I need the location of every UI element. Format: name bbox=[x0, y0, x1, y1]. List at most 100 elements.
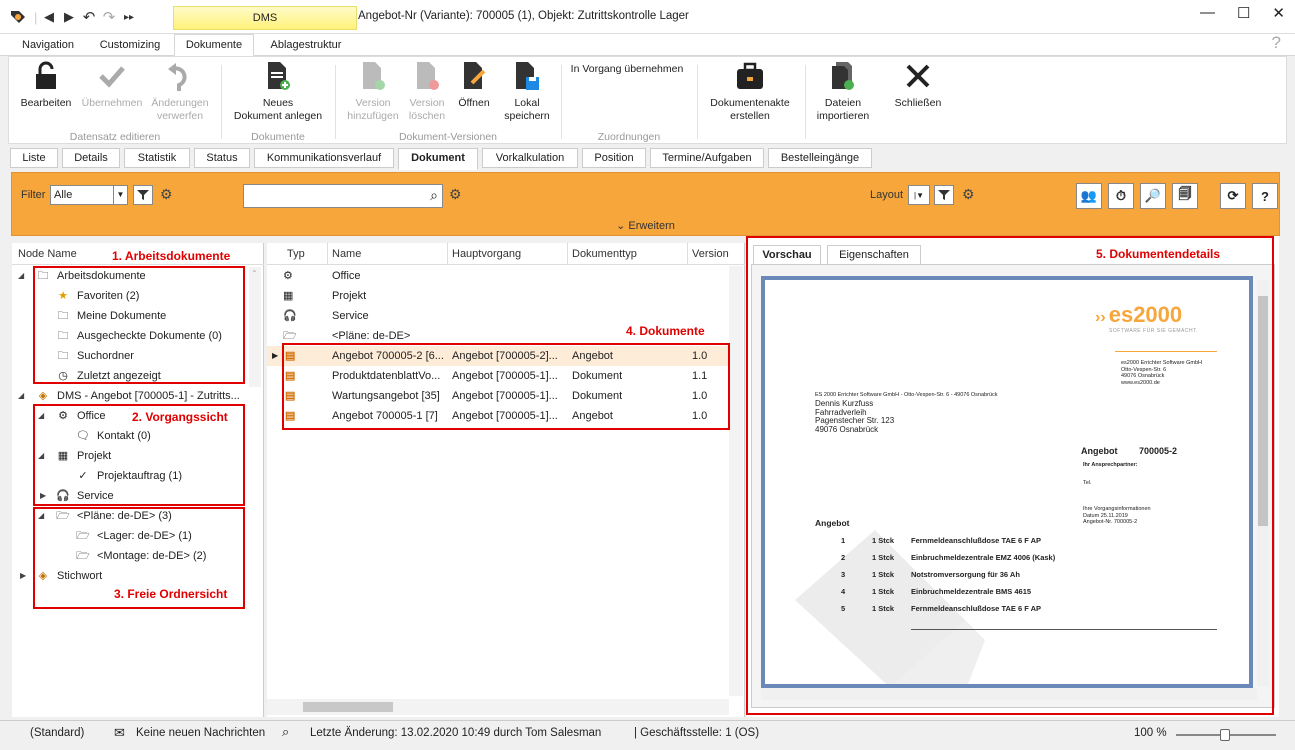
chevron-down-icon: ⌄ bbox=[616, 220, 626, 232]
tab-details[interactable]: Details bbox=[62, 148, 120, 168]
version-loeschen-button[interactable]: Version löschen bbox=[403, 61, 451, 123]
add-version-icon bbox=[358, 61, 388, 91]
zoom-slider-thumb[interactable] bbox=[1220, 729, 1230, 741]
search-icon[interactable]: ⌕ bbox=[430, 187, 438, 204]
tab-status[interactable]: Status bbox=[194, 148, 250, 168]
window-controls: — ☐ ✕ bbox=[1200, 4, 1285, 22]
tab-vorkalkulation[interactable]: Vorkalkulation bbox=[482, 148, 578, 168]
tab-ablagestruktur[interactable]: Ablagestruktur bbox=[262, 37, 350, 56]
timer-icon[interactable]: ⏱ bbox=[1108, 183, 1134, 209]
oeffnen-button[interactable]: Öffnen bbox=[451, 61, 497, 110]
search-doc-icon[interactable]: 🔎 bbox=[1140, 183, 1166, 209]
status-bar: (Standard) ✉ Keine neuen Nachrichten ⌕ L… bbox=[0, 720, 1295, 750]
more-icon[interactable]: ▸▸ bbox=[122, 12, 136, 23]
close-window-icon[interactable]: ✕ bbox=[1272, 4, 1285, 22]
column-dokumenttyp[interactable]: Dokumenttyp bbox=[567, 243, 637, 265]
filter-label: Filter bbox=[21, 189, 46, 201]
expanded-arrow-icon[interactable]: ◢ bbox=[18, 386, 24, 406]
in-vorgang-button[interactable]: In Vorgang übernehmen bbox=[565, 63, 689, 76]
collapsed-arrow-icon[interactable]: ▶ bbox=[20, 566, 26, 586]
annotation-label: 2. Vorgangssicht bbox=[132, 410, 228, 424]
lokal-speichern-button[interactable]: Lokal speichern bbox=[499, 61, 555, 123]
bearbeiten-button[interactable]: Bearbeiten bbox=[13, 61, 79, 110]
refresh-icon[interactable]: ⟳ bbox=[1220, 183, 1246, 209]
layout-label: Layout bbox=[870, 189, 904, 201]
undo-icon[interactable]: ↶ bbox=[82, 8, 96, 26]
schliessen-button[interactable]: Schließen bbox=[883, 61, 953, 110]
users-icon[interactable]: 👥 bbox=[1076, 183, 1102, 209]
tab-statistik[interactable]: Statistik bbox=[124, 148, 190, 168]
status-standard[interactable]: (Standard) bbox=[30, 727, 84, 739]
status-messages[interactable]: Keine neuen Nachrichten bbox=[136, 727, 265, 739]
tab-termine[interactable]: Termine/Aufgaben bbox=[650, 148, 764, 168]
list-vscrollbar[interactable] bbox=[729, 266, 743, 696]
delete-version-icon bbox=[412, 61, 442, 91]
uebernehmen-button[interactable]: Übernehmen bbox=[79, 61, 145, 110]
group-label: Projekt bbox=[332, 290, 367, 302]
layout-select[interactable]: |▼ bbox=[908, 185, 930, 205]
checkmark-icon bbox=[97, 61, 127, 91]
group-label: Office bbox=[332, 270, 361, 282]
filter-select[interactable]: Alle ▼ bbox=[50, 185, 128, 205]
project-icon: ▦ bbox=[283, 290, 294, 302]
ribbon-separator bbox=[697, 65, 698, 139]
maximize-icon[interactable]: ☐ bbox=[1237, 4, 1250, 22]
uebernehmen-label: Übernehmen bbox=[81, 97, 143, 109]
tab-navigation[interactable]: Navigation bbox=[14, 37, 82, 56]
status-last-change: Letzte Änderung: 13.02.2020 10:49 durch … bbox=[310, 727, 602, 739]
ribbon-separator bbox=[221, 65, 222, 139]
expand-toggle[interactable]: ⌄ Erweitern bbox=[12, 217, 1279, 235]
tab-bestelleingaenge[interactable]: Bestelleingänge bbox=[768, 148, 872, 168]
gear-icon[interactable]: ⚙ bbox=[160, 186, 173, 203]
tree-scrollbar[interactable]: ⌃ bbox=[249, 267, 261, 387]
neues-dokument-button[interactable]: Neues Dokument anlegen bbox=[229, 61, 327, 123]
annotation-label: 5. Dokumentendetails bbox=[1096, 247, 1221, 261]
dateien-importieren-button[interactable]: Dateien importieren bbox=[811, 61, 875, 123]
forward-icon[interactable]: ▶ bbox=[62, 9, 76, 25]
quick-access-toolbar: | ◀ ▶ ↶ ↷ ▸▸ bbox=[8, 6, 136, 28]
hscroll-thumb[interactable] bbox=[303, 702, 393, 712]
column-version[interactable]: Version bbox=[687, 243, 729, 265]
documents-icon[interactable]: 🗐 bbox=[1172, 183, 1198, 209]
minimize-icon[interactable]: — bbox=[1200, 4, 1215, 22]
tab-customizing[interactable]: Customizing bbox=[92, 37, 168, 56]
list-hscrollbar[interactable] bbox=[267, 699, 729, 715]
column-name[interactable]: Name bbox=[327, 243, 361, 265]
search-input[interactable]: ⌕ bbox=[243, 184, 443, 208]
group-label: Service bbox=[332, 310, 369, 322]
funnel-icon[interactable] bbox=[934, 185, 954, 205]
list-group-row[interactable]: 🎧 Service bbox=[267, 306, 729, 326]
zoom-slider[interactable] bbox=[1176, 729, 1276, 741]
list-group-row[interactable]: ⚙ Office bbox=[267, 266, 729, 286]
search-icon: ⌕ bbox=[282, 724, 290, 739]
chevron-down-icon[interactable]: ▼ bbox=[113, 186, 127, 204]
column-hauptvorgang[interactable]: Hauptvorgang bbox=[447, 243, 521, 265]
ribbon-separator bbox=[561, 65, 562, 139]
expanded-arrow-icon[interactable]: ◢ bbox=[18, 266, 24, 286]
row-selector-icon: ▶ bbox=[272, 351, 279, 360]
aenderungen-verwerfen-button[interactable]: Änderungen verwerfen bbox=[145, 61, 215, 123]
lock-icon bbox=[31, 61, 61, 91]
gear-icon[interactable]: ⚙ bbox=[449, 186, 462, 203]
tab-position[interactable]: Position bbox=[582, 148, 646, 168]
back-icon[interactable]: ◀ bbox=[42, 9, 56, 25]
dokumentenakte-button[interactable]: Dokumentenakte erstellen bbox=[703, 61, 797, 123]
tab-dokumente[interactable]: Dokumente bbox=[174, 34, 254, 56]
list-header: Typ Name Hauptvorgang Dokumenttyp Versio… bbox=[267, 243, 745, 265]
help-button-icon[interactable]: ? bbox=[1252, 183, 1278, 209]
version-hinzufuegen-button[interactable]: Version hinzufügen bbox=[343, 61, 403, 123]
column-typ[interactable]: Typ bbox=[287, 243, 305, 265]
ribbon: Bearbeiten Übernehmen Änderungen verwerf… bbox=[8, 56, 1287, 144]
tab-kommunikationsverlauf[interactable]: Kommunikationsverlauf bbox=[254, 148, 394, 168]
gear-icon[interactable]: ⚙ bbox=[962, 186, 975, 203]
status-branch: | Geschäftsstelle: 1 (OS) bbox=[634, 727, 760, 739]
redo-icon[interactable]: ↷ bbox=[102, 8, 116, 26]
in-vorgang-label: In Vorgang übernehmen bbox=[570, 63, 684, 75]
tab-liste[interactable]: Liste bbox=[10, 148, 58, 168]
list-group-row[interactable]: ▦ Projekt bbox=[267, 286, 729, 306]
tab-dokument[interactable]: Dokument bbox=[398, 148, 478, 170]
envelope-icon: ✉ bbox=[114, 725, 125, 740]
funnel-icon[interactable] bbox=[133, 185, 153, 205]
window-title: Angebot-Nr (Variante): 700005 (1), Objek… bbox=[358, 10, 689, 22]
help-icon[interactable]: ? bbox=[1272, 33, 1281, 53]
